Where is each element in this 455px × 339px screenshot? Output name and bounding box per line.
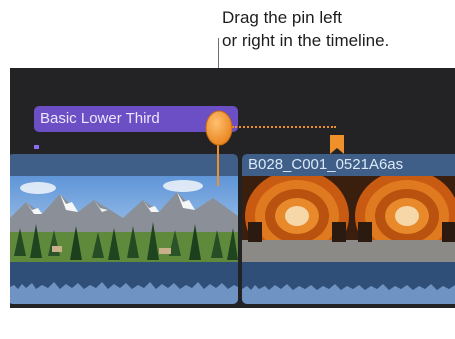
- timeline-footer: [10, 308, 455, 339]
- callout-line-1: Drag the pin left: [222, 8, 343, 27]
- connection-point: [34, 145, 39, 149]
- playhead-pin-icon[interactable]: [205, 110, 233, 146]
- drag-path-indicator: [232, 126, 336, 128]
- instruction-callout: Drag the pin left or right in the timeli…: [222, 6, 450, 52]
- clip-thumbnail-mountains: [10, 176, 238, 262]
- audio-waveform-clip-a: [10, 262, 238, 304]
- video-clip-mountains[interactable]: [10, 154, 238, 304]
- marker-flag-icon[interactable]: [329, 134, 345, 156]
- timeline[interactable]: Basic Lower Third B028_C001_0521A6as: [10, 68, 455, 339]
- audio-waveform-clip-b: [242, 262, 455, 304]
- clip-name-label: B028_C001_0521A6as: [248, 156, 404, 173]
- clip-thumbnail-tunnel: [242, 176, 455, 262]
- clip-header: B028_C001_0521A6as: [242, 154, 455, 176]
- callout-line-2: or right in the timeline.: [222, 31, 390, 50]
- video-clip-tunnel[interactable]: B028_C001_0521A6as: [242, 154, 455, 304]
